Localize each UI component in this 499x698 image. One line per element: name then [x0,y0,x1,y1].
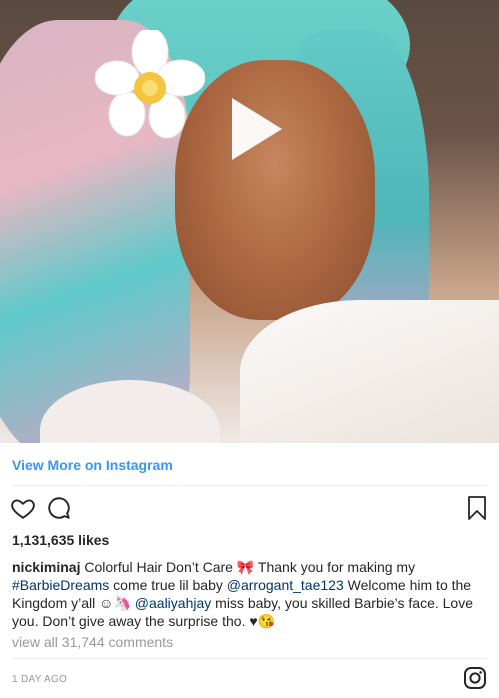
play-icon[interactable] [218,94,288,164]
heart-icon[interactable] [10,495,36,521]
caption-text: Colorful Hair Don’t Care 🎀 Thank you for… [80,559,416,575]
robe [240,300,499,443]
video-preview[interactable] [0,0,499,443]
caption: nickiminaj Colorful Hair Don’t Care 🎀 Th… [0,552,499,630]
view-more-row: View More on Instagram [0,443,499,485]
bookmark-icon[interactable] [465,495,489,521]
divider [12,658,487,659]
caption-text: come true lil baby [109,577,227,593]
mention-link[interactable]: @arrogant_tae123 [227,577,344,593]
caption-username[interactable]: nickiminaj [12,559,80,575]
post-footer: 1 DAY AGO [0,658,499,698]
hashtag-link[interactable]: #BarbieDreams [12,577,109,593]
view-comments-link[interactable]: view all 31,744 comments [0,630,499,656]
comment-icon[interactable] [46,495,72,521]
flower-filter-icon [95,30,205,139]
timestamp: 1 DAY AGO [12,674,68,685]
instagram-icon[interactable] [463,666,487,690]
likes-count[interactable]: 1,131,635 likes [0,528,499,552]
mention-link[interactable]: @aaliyahjay [135,595,211,611]
view-more-link[interactable]: View More on Instagram [12,457,173,473]
action-bar [0,486,499,528]
